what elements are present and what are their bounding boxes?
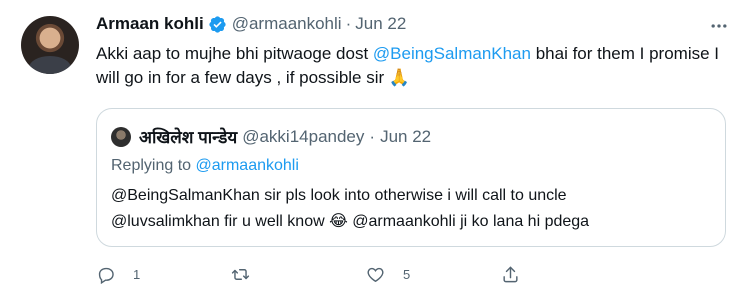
quote-text-part: @armaankohli ji ko lana hi pdega <box>347 213 590 230</box>
avatar[interactable] <box>21 16 79 74</box>
quote-text-line: @BeingSalmanKhan sir pls look into other… <box>111 187 567 204</box>
tweet-date[interactable]: Jun 22 <box>355 14 406 34</box>
folded-hands-emoji: 🙏 <box>388 68 411 87</box>
author-name[interactable]: Armaan kohli <box>96 14 204 34</box>
replying-to: Replying to @armaankohli <box>111 157 299 175</box>
verified-badge-icon <box>208 15 227 34</box>
quote-text-part: @luvsalimkhan fir u well know <box>111 213 330 230</box>
tweet-text-part: Akki aap to mujhe bhi pitwaoge dost <box>96 44 373 63</box>
reply-icon <box>98 267 114 284</box>
laughing-emoji: 😂 <box>329 213 348 230</box>
retweet-icon <box>231 269 250 280</box>
tweet[interactable]: Armaan kohli @armaankohli · Jun 22 Akki … <box>0 0 747 307</box>
quote-header: अखिलेश पान्डेय @akki14pandey · Jun 22 <box>139 125 431 148</box>
mention-link[interactable]: @BeingSalmanKhan <box>373 44 531 63</box>
replying-to-prefix: Replying to <box>111 157 196 174</box>
separator: · <box>369 126 376 146</box>
share-button[interactable] <box>501 265 520 284</box>
tweet-header: Armaan kohli @armaankohli · Jun 22 <box>96 14 406 34</box>
quote-author-name: अखिलेश पान्डेय <box>139 128 238 147</box>
more-icon[interactable] <box>709 16 729 41</box>
like-icon <box>367 267 384 283</box>
reply-button[interactable]: 1 <box>96 265 231 284</box>
quote-text-line: @luvsalimkhan fir u well know 😂 @armaank… <box>111 209 711 235</box>
quote-date: Jun 22 <box>380 126 432 146</box>
replying-to-handle[interactable]: @armaankohli <box>196 157 299 174</box>
separator: · <box>345 14 352 33</box>
action-bar: 1 5 <box>96 265 520 284</box>
quote-text: @BeingSalmanKhan sir pls look into other… <box>111 183 711 235</box>
tweet-text: Akki aap to mujhe bhi pitwaoge dost @Bei… <box>96 42 726 90</box>
author-handle[interactable]: @armaankohli <box>232 14 342 34</box>
like-button[interactable]: 5 <box>366 265 501 284</box>
like-count: 5 <box>403 267 411 282</box>
quoted-tweet[interactable]: अखिलेश पान्डेय @akki14pandey · Jun 22 Re… <box>96 108 726 247</box>
quote-author-handle: @akki14pandey <box>242 126 365 146</box>
quote-avatar <box>111 127 131 147</box>
retweet-button[interactable] <box>231 265 366 284</box>
share-icon <box>503 266 518 283</box>
reply-count: 1 <box>133 267 141 282</box>
